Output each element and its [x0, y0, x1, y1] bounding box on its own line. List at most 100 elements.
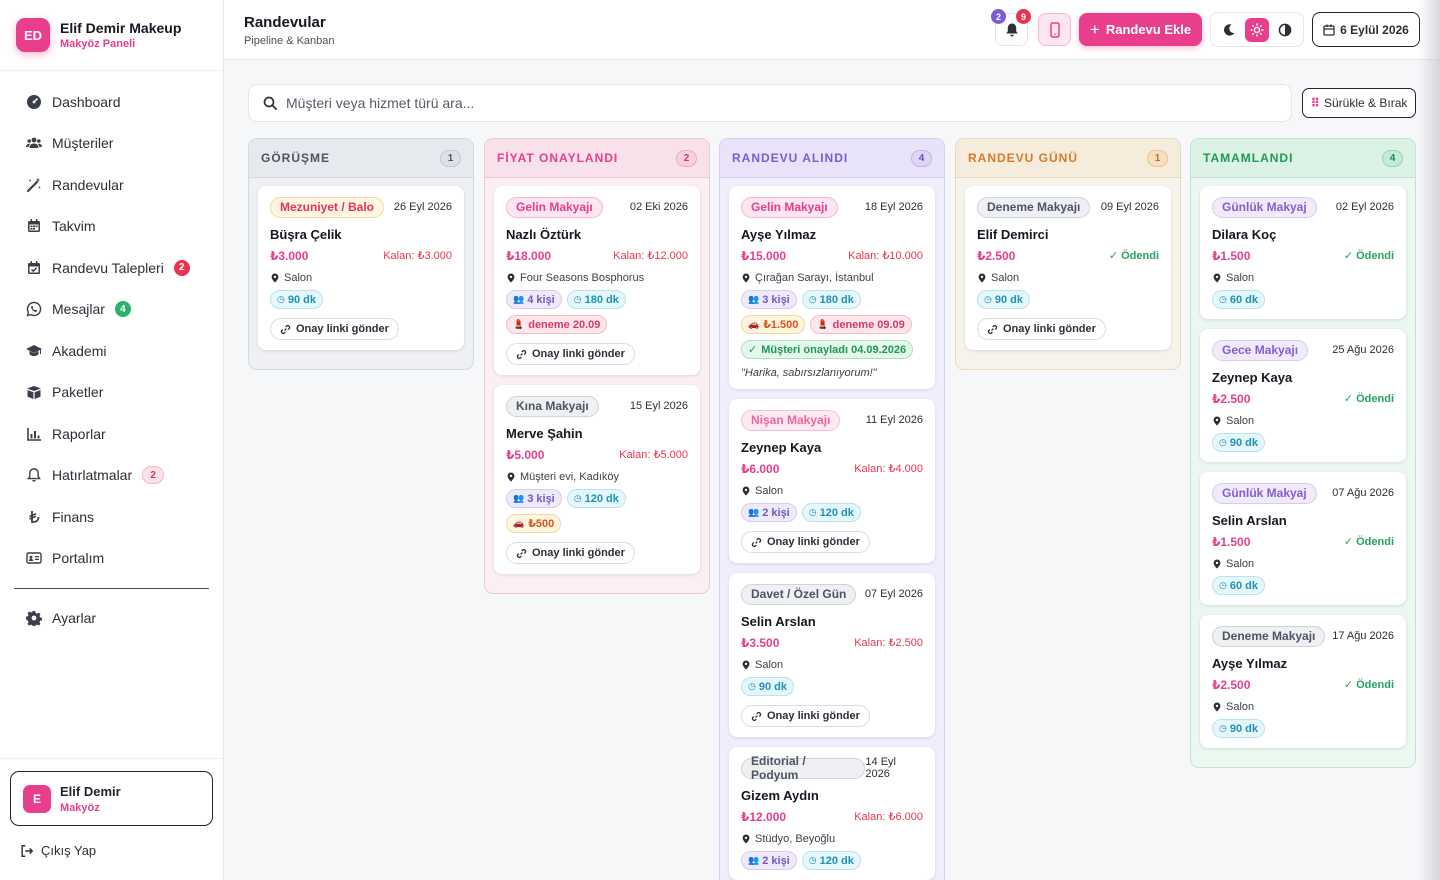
sidebar-item-akademi[interactable]: Akademi	[0, 330, 223, 372]
appointment-card[interactable]: Mezuniyet / Balo 26 Eyl 2026 Büşra Çelik ₺3…	[258, 186, 464, 350]
lira-icon	[29, 510, 40, 523]
location-text: Salon	[1226, 701, 1255, 713]
search-bar	[248, 84, 1292, 122]
dashboard-icon	[27, 94, 41, 109]
send-approval-link-button[interactable]: Onay linki gönder	[506, 343, 635, 365]
column-title: RANDEVU ALINDI	[732, 151, 849, 165]
client-name: Ayşe Yılmaz	[1212, 656, 1288, 671]
appointment-card[interactable]: Gelin Makyajı 02 Eki 2026 Nazlı Öztürk ₺18.…	[494, 186, 700, 375]
people-icon: 👥	[513, 493, 525, 503]
sidebar-item-raporlar[interactable]: Raporlar	[0, 413, 223, 455]
location: Four Seasons Bosphorus	[506, 272, 688, 284]
sidebar-item-ayarlar[interactable]: Ayarlar	[0, 597, 223, 639]
price: ₺18.000	[506, 249, 552, 263]
appointment-date: 14 Eyl 2026	[865, 756, 896, 780]
duration: 60 dk	[1229, 579, 1258, 592]
sidebar-item-musteriler[interactable]: Müşteriler	[0, 123, 223, 165]
price: ₺3.000	[270, 249, 309, 263]
duration-chip: ◷ 90 dk	[741, 677, 794, 696]
appointment-card[interactable]: Editorial / Podyum 14 Eyl 2026 Gizem Aydın…	[729, 747, 935, 880]
appointment-card[interactable]: Deneme Makyajı 17 Ağu 2026 Ayşe Yılmaz ₺2.5…	[1200, 615, 1406, 748]
drag-drop-toggle[interactable]: ⠿ Sürükle & Bırak	[1302, 88, 1416, 118]
gear-icon	[26, 610, 42, 626]
client-name: Elif Demirci	[977, 227, 1049, 242]
appointment-date: 17 Ağu 2026	[1332, 630, 1394, 642]
sidebar-item-portalim[interactable]: Portalım	[0, 538, 223, 580]
location-pin-icon	[742, 834, 750, 844]
send-approval-link-button[interactable]: Onay linki gönder	[741, 705, 870, 727]
service-type-tag: Mezuniyet / Balo	[270, 196, 385, 218]
add-appointment-button[interactable]: + Randevu Ekle	[1079, 13, 1202, 46]
dark-theme-toggle[interactable]	[1217, 18, 1241, 42]
kanban-column: GÖRÜŞME 1 Mezuniyet / Balo 26 Eyl 2026 Büşra…	[248, 138, 474, 370]
service-type-tag: Günlük Makyaj	[1212, 482, 1317, 504]
sidebar-item-dashboard[interactable]: Dashboard	[0, 81, 223, 123]
logout-icon	[21, 844, 34, 857]
appointment-card[interactable]: Gelin Makyajı 18 Eyl 2026 Ayşe Yılmaz ₺15.0…	[729, 186, 935, 389]
duration-chip: ◷ 120 dk	[801, 503, 861, 522]
window-edge-shadow	[1418, 0, 1440, 880]
service-type-tag: Gelin Makyajı	[741, 196, 838, 218]
price: ₺6.000	[741, 462, 780, 476]
avatar: E	[23, 784, 51, 813]
appointment-card[interactable]: Gece Makyajı 25 Ağu 2026 Zeynep Kaya ₺2.500…	[1200, 329, 1406, 462]
user-profile-card[interactable]: E Elif Demir Makyöz	[10, 771, 213, 826]
duration: 90 dk	[758, 680, 787, 693]
auto-theme-toggle[interactable]	[1273, 18, 1297, 42]
search-input[interactable]	[286, 95, 1186, 111]
client-name: Dilara Koç	[1212, 227, 1277, 242]
smartphone-icon	[1049, 21, 1060, 38]
appointment-card[interactable]: Davet / Özel Gün 07 Eyl 2026 Selin Arslan ₺…	[729, 573, 935, 737]
appointment-card[interactable]: Günlük Makyaj 02 Eyl 2026 Dilara Koç ₺1.500…	[1200, 186, 1406, 319]
reminders-count-badge: 2	[142, 466, 165, 485]
date-selector-button[interactable]: 6 Eylül 2026	[1312, 12, 1420, 47]
sidebar-item-randevu-talepleri[interactable]: Randevu Talepleri 2	[0, 247, 223, 289]
price: ₺5.000	[506, 448, 545, 462]
sidebar-item-takvim[interactable]: Takvim	[0, 206, 223, 248]
send-approval-link-button[interactable]: Onay linki gönder	[506, 542, 635, 564]
appointment-date: 02 Eyl 2026	[1335, 201, 1394, 213]
calendar-check-icon	[28, 260, 40, 274]
brand[interactable]: ED Elif Demir Makeup Makyöz Paneli	[0, 0, 223, 71]
location: Çırağan Sarayı, İstanbul	[741, 272, 923, 284]
clock-icon: ◷	[808, 855, 817, 865]
duration: 180 dk	[584, 293, 619, 306]
light-theme-toggle[interactable]	[1245, 17, 1269, 42]
price: ₺15.000	[741, 249, 787, 263]
sidebar-item-hatirlatmalar[interactable]: Hatırlatmalar 2	[0, 455, 223, 497]
people-count-chip: 👥 4 kişi	[506, 290, 562, 309]
sidebar-item-randevular[interactable]: Randevular	[0, 164, 223, 206]
sidebar-item-finans[interactable]: Finans	[0, 496, 223, 538]
client-name: Zeynep Kaya	[741, 440, 822, 455]
column-count-badge: 1	[1147, 149, 1168, 167]
appointment-card[interactable]: Deneme Makyajı 09 Eyl 2026 Elif Demirci ₺2.…	[965, 186, 1171, 350]
people-count: 3 kişi	[762, 293, 790, 306]
paid-status: ✓ Ödendi	[1108, 250, 1159, 262]
remaining-balance: Kalan: ₺3.000	[383, 250, 452, 262]
appointment-card[interactable]: Kına Makyajı 15 Eyl 2026 Merve Şahin ₺5.000…	[494, 385, 700, 574]
mobile-view-button[interactable]	[1038, 13, 1071, 46]
location-text: Four Seasons Bosphorus	[520, 272, 645, 284]
location: Salon	[1212, 272, 1394, 284]
send-link-label: Onay linki gönder	[296, 323, 389, 335]
logout-button[interactable]: Çıkış Yap	[20, 843, 96, 858]
paid-label: Ödendi	[1356, 679, 1394, 691]
logout-label: Çıkış Yap	[41, 843, 97, 858]
location-pin-icon	[742, 273, 750, 283]
moon-icon	[1224, 23, 1235, 36]
send-approval-link-button[interactable]: Onay linki gönder	[977, 318, 1106, 340]
send-approval-link-button[interactable]: Onay linki gönder	[741, 531, 870, 553]
sidebar-item-paketler[interactable]: Paketler	[0, 372, 223, 414]
appointment-card[interactable]: Nişan Makyajı 11 Eyl 2026 Zeynep Kaya ₺6.00…	[729, 399, 935, 563]
location-text: Stüdyo, Beyoğlu	[755, 833, 836, 845]
requests-count-badge: 2	[173, 259, 190, 276]
appointment-card[interactable]: Günlük Makyaj 07 Ağu 2026 Selin Arslan ₺1.5…	[1200, 472, 1406, 605]
sidebar-item-label: Dashboard	[52, 93, 121, 110]
duration: 180 dk	[819, 293, 854, 306]
link-icon	[751, 711, 762, 721]
sidebar-item-mesajlar[interactable]: Mesajlar 4	[0, 289, 223, 331]
paid-status: ✓ Ödendi	[1343, 393, 1394, 405]
sidebar-item-label: Müşteriler	[52, 135, 114, 152]
service-type-tag: Kına Makyajı	[506, 395, 599, 417]
send-approval-link-button[interactable]: Onay linki gönder	[270, 318, 399, 340]
